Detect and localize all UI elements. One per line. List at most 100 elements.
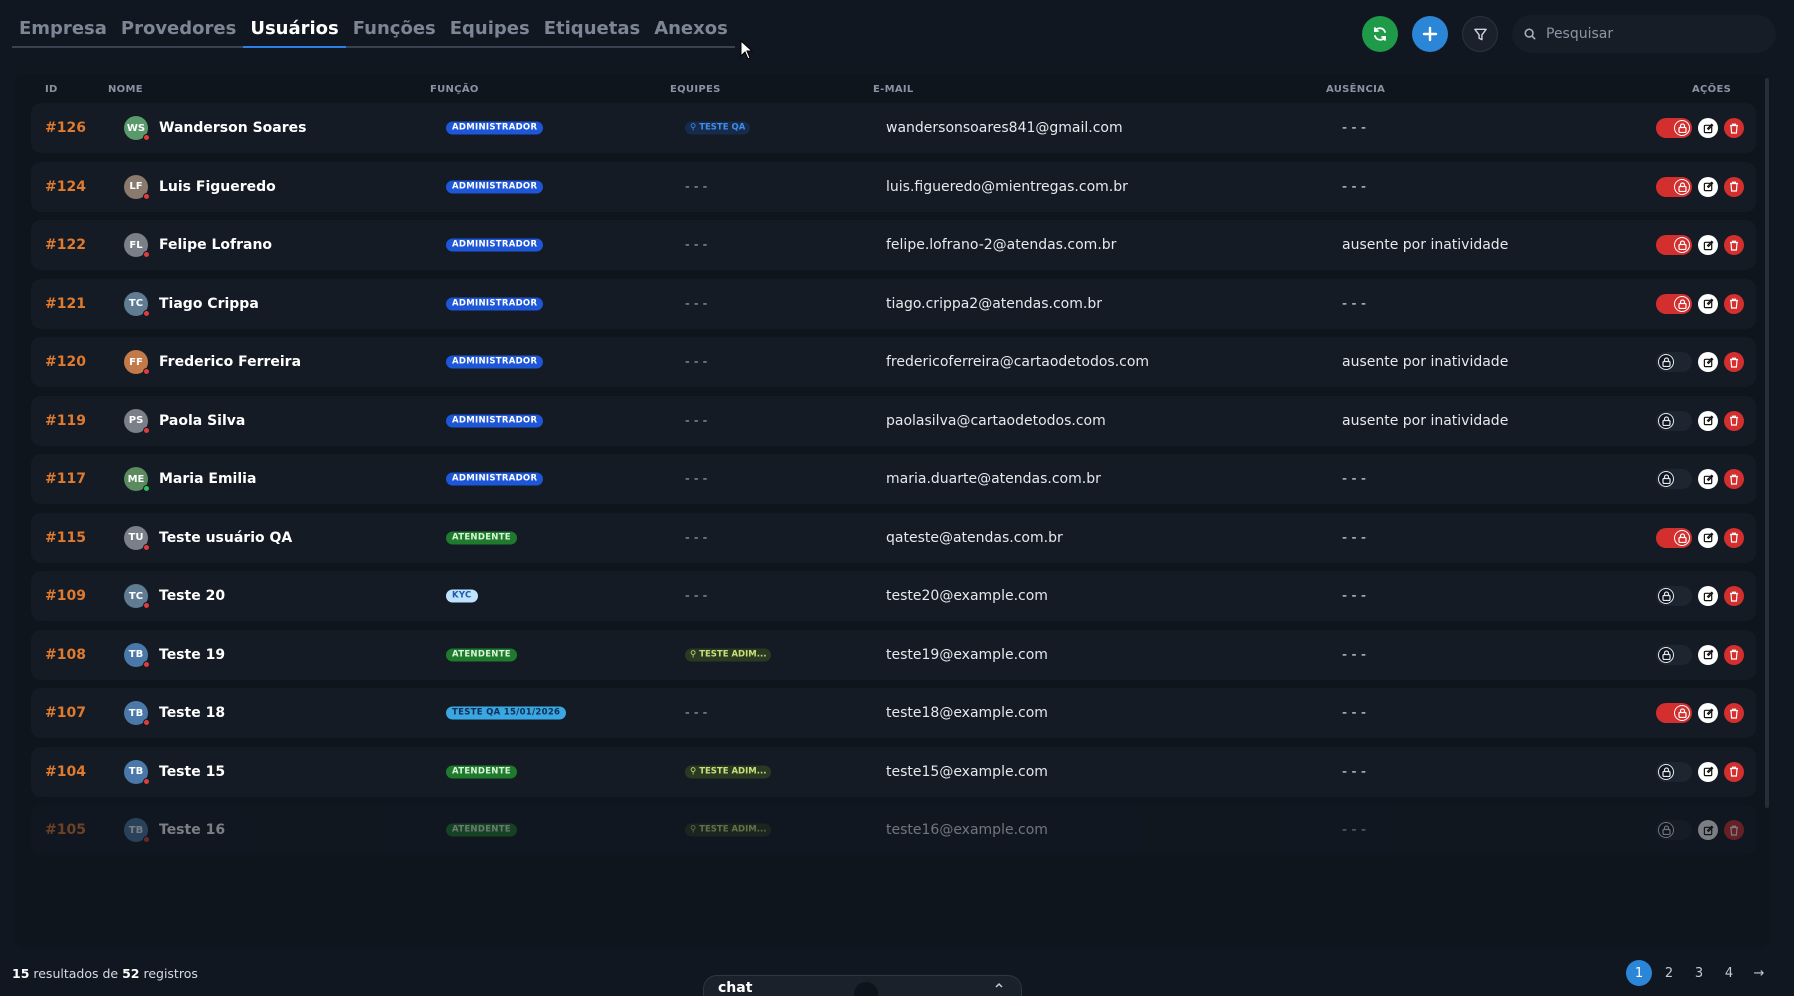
delete-button[interactable] <box>1724 527 1744 548</box>
trash-icon <box>1730 123 1738 134</box>
block-toggle[interactable] <box>1656 820 1692 840</box>
tab-funcoes[interactable]: Funções <box>346 14 443 46</box>
team-empty: - - - <box>685 588 708 604</box>
block-toggle[interactable] <box>1656 235 1692 255</box>
edit-icon <box>1703 825 1713 835</box>
edit-button[interactable] <box>1698 703 1718 723</box>
page-2[interactable]: 2 <box>1656 960 1682 986</box>
delete-button[interactable] <box>1724 118 1744 138</box>
table-row[interactable]: #104 TB Teste 15 ATENDENTE ⚲ TESTE ADIM.… <box>31 746 1756 797</box>
mouse-cursor-icon <box>740 40 754 60</box>
toolbar <box>1362 15 1776 53</box>
edit-button[interactable] <box>1698 235 1718 255</box>
edit-button[interactable] <box>1698 352 1718 372</box>
block-toggle[interactable] <box>1656 644 1692 665</box>
delete-button[interactable] <box>1724 761 1744 782</box>
team-empty: - - - <box>685 413 708 428</box>
block-toggle[interactable] <box>1656 761 1692 782</box>
delete-button[interactable] <box>1724 352 1744 372</box>
table-row[interactable]: #109 TC Teste 20 KYC - - - teste20@examp… <box>31 571 1756 621</box>
table-row[interactable]: #117 ME Maria Emilia ADMINISTRADOR - - -… <box>31 454 1756 504</box>
tab-provedores[interactable]: Provedores <box>114 14 243 46</box>
user-absence: - - - <box>1342 646 1367 663</box>
delete-button[interactable] <box>1724 820 1744 840</box>
table-row[interactable]: #107 TB Teste 18 TESTE QA 15/01/2026 - -… <box>31 688 1756 738</box>
status-dot <box>143 368 150 375</box>
filter-button[interactable] <box>1462 16 1498 52</box>
edit-button[interactable] <box>1698 118 1718 138</box>
tab-usuarios[interactable]: Usuários <box>243 14 347 48</box>
toggle-knob <box>1658 588 1674 604</box>
table-row[interactable]: #120 FF Frederico Ferreira ADMINISTRADOR… <box>31 337 1756 387</box>
edit-button[interactable] <box>1698 293 1718 314</box>
block-toggle[interactable] <box>1656 293 1692 314</box>
block-toggle[interactable] <box>1656 469 1692 489</box>
edit-button[interactable] <box>1698 410 1718 431</box>
delete-button[interactable] <box>1724 176 1744 197</box>
tab-equipes[interactable]: Equipes <box>443 14 537 46</box>
page-1[interactable]: 1 <box>1626 960 1652 986</box>
block-toggle[interactable] <box>1656 176 1692 197</box>
trash-icon <box>1730 240 1738 251</box>
edit-button[interactable] <box>1698 586 1718 606</box>
block-toggle[interactable] <box>1656 586 1692 606</box>
table-row[interactable]: #119 PS Paola Silva ADMINISTRADOR - - - … <box>31 395 1756 446</box>
table-row[interactable]: #122 FL Felipe Lofrano ADMINISTRADOR - -… <box>31 220 1756 270</box>
edit-button[interactable] <box>1698 176 1718 197</box>
edit-icon <box>1703 766 1713 777</box>
row-actions <box>1656 176 1744 197</box>
block-toggle[interactable] <box>1656 527 1692 548</box>
header-funcao: FUNÇÃO <box>430 84 479 95</box>
table-row[interactable]: #126 WS Wanderson Soares ADMINISTRADOR ⚲… <box>31 103 1756 153</box>
block-toggle[interactable] <box>1656 118 1692 138</box>
next-page-button[interactable]: → <box>1746 960 1772 986</box>
delete-button[interactable] <box>1724 293 1744 314</box>
edit-button[interactable] <box>1698 644 1718 665</box>
edit-button[interactable] <box>1698 820 1718 840</box>
tab-empresa[interactable]: Empresa <box>12 14 114 46</box>
block-toggle[interactable] <box>1656 410 1692 431</box>
block-toggle[interactable] <box>1656 703 1692 723</box>
chevron-up-icon[interactable] <box>993 979 1005 994</box>
page-4[interactable]: 4 <box>1716 960 1742 986</box>
team-chip: ⚲ TESTE QA <box>685 121 751 135</box>
team-chip: ⚲ TESTE ADIM... <box>685 765 772 778</box>
user-email: felipe.lofrano-2@atendas.com.br <box>886 237 1117 253</box>
delete-button[interactable] <box>1724 644 1744 665</box>
table-row[interactable]: #105 TB Teste 16 ATENDENTE ⚲ TESTE ADIM.… <box>31 805 1756 855</box>
avatar-initials: TC <box>128 298 144 309</box>
table-row[interactable]: #108 TB Teste 19 ATENDENTE ⚲ TESTE ADIM.… <box>31 629 1756 680</box>
tab-anexos[interactable]: Anexos <box>647 14 735 46</box>
results-count: 15 resultados de 52 registros <box>12 966 198 981</box>
role-badge: ADMINISTRADOR <box>446 414 544 427</box>
delete-button[interactable] <box>1724 586 1744 606</box>
delete-button[interactable] <box>1724 703 1744 723</box>
add-user-button[interactable] <box>1412 16 1448 52</box>
delete-button[interactable] <box>1724 410 1744 431</box>
edit-button[interactable] <box>1698 469 1718 489</box>
scrollbar[interactable] <box>1765 78 1769 808</box>
avatar-initials: LF <box>129 181 143 192</box>
team-icon: ⚲ <box>690 122 700 133</box>
header-equipes: EQUIPES <box>670 84 721 95</box>
tab-etiquetas[interactable]: Etiquetas <box>537 14 647 46</box>
edit-button[interactable] <box>1698 761 1718 782</box>
table-row[interactable]: #115 TU Teste usuário QA ATENDENTE - - -… <box>31 512 1756 563</box>
delete-button[interactable] <box>1724 235 1744 255</box>
lock-icon <box>1677 181 1687 192</box>
table-row[interactable]: #121 TC Tiago Crippa ADMINISTRADOR - - -… <box>31 278 1756 329</box>
status-dot <box>143 426 150 434</box>
edit-icon <box>1703 474 1713 484</box>
table-row[interactable]: #124 LF Luis Figueredo ADMINISTRADOR - -… <box>31 161 1756 212</box>
row-actions <box>1656 644 1744 665</box>
page-3[interactable]: 3 <box>1686 960 1712 986</box>
edit-button[interactable] <box>1698 527 1718 548</box>
user-email: luis.figueredo@mientregas.com.br <box>886 178 1128 195</box>
toggle-knob <box>1674 529 1690 546</box>
delete-button[interactable] <box>1724 469 1744 489</box>
chat-bar[interactable]: chat <box>703 975 1022 996</box>
refresh-button[interactable] <box>1362 16 1398 52</box>
search-input[interactable] <box>1546 26 1746 42</box>
user-email: qateste@atendas.com.br <box>886 529 1063 546</box>
block-toggle[interactable] <box>1656 352 1692 372</box>
